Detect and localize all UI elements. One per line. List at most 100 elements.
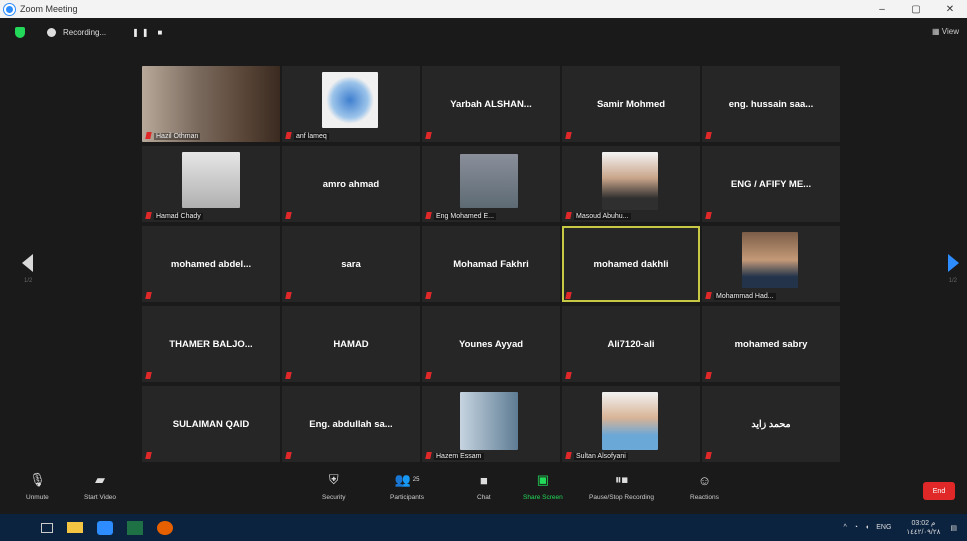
participant-name: Samir Mohmed <box>596 98 666 110</box>
zoom-app-icon <box>4 3 15 15</box>
participant-name: HAMAD <box>333 338 369 350</box>
reactions-button[interactable]: ☺ Reactions <box>690 472 719 502</box>
file-explorer-icon[interactable] <box>67 522 83 533</box>
participant-tile[interactable]: Eng. abdullah sa... <box>282 386 420 462</box>
participant-tile[interactable]: Mohammad Had... <box>702 226 840 302</box>
muted-mic-icon <box>425 132 432 139</box>
participant-tile[interactable]: Sultan Alsofyani <box>562 386 700 462</box>
muted-mic-icon <box>565 212 572 219</box>
close-button[interactable]: ✕ <box>933 0 967 18</box>
muted-mic-icon <box>705 372 712 379</box>
participant-tile[interactable]: mohamed abdel... <box>142 226 280 302</box>
tray-chevron-icon[interactable]: ^ <box>843 524 846 531</box>
participant-label: Masoud Abuhu... <box>574 213 631 220</box>
participant-video <box>742 232 798 288</box>
participant-name: sara <box>341 258 361 270</box>
muted-microphone-icon: 🎙 <box>29 472 46 487</box>
participant-video <box>602 392 658 450</box>
pause-stop-recording-button[interactable]: ⏸⏹ Pause/Stop Recording <box>589 472 654 501</box>
clock[interactable]: 03:02 م ١٤٤٢/٠٩/٢٨ <box>899 519 940 537</box>
participant-tile[interactable]: Younes Ayyad <box>422 306 560 382</box>
recording-indicator: Recording... ❚❚ ■ <box>47 27 166 37</box>
stop-recording-icon[interactable]: ■ <box>158 28 166 37</box>
end-meeting-button[interactable]: End <box>923 482 955 500</box>
participant-name: mohamed dakhli <box>593 258 669 270</box>
participant-tile[interactable]: amro ahmad <box>282 146 420 222</box>
security-button[interactable]: ⛨ Security <box>322 472 345 501</box>
participant-tile[interactable]: HAMAD <box>282 306 420 382</box>
participant-video <box>182 152 240 208</box>
start-icon[interactable] <box>14 521 27 534</box>
maximize-button[interactable]: ▢ <box>899 0 933 18</box>
participant-tile[interactable]: Hazil Othman <box>142 66 280 142</box>
participant-tile[interactable]: Hazem Essam <box>422 386 560 462</box>
participant-tile[interactable]: Samir Mohmed <box>562 66 700 142</box>
muted-mic-icon <box>285 452 292 459</box>
muted-mic-icon <box>285 292 292 299</box>
participants-button[interactable]: 👥 25 Participants <box>390 472 424 501</box>
view-button[interactable]: ▦ View <box>932 27 959 36</box>
participant-tile[interactable]: SULAIMAN QAID <box>142 386 280 462</box>
share-screen-label: Share Screen <box>523 494 563 501</box>
participant-label: Mohammad Had... <box>714 293 776 300</box>
chat-label: Chat <box>477 494 491 501</box>
previous-page-arrow-icon[interactable] <box>22 254 33 272</box>
participant-tile[interactable]: Yarbah ALSHAN... <box>422 66 560 142</box>
participant-tile[interactable]: anf lameq <box>282 66 420 142</box>
unmute-label: Unmute <box>26 494 49 501</box>
participants-count: 25 <box>412 477 420 483</box>
zoom-taskbar-icon[interactable] <box>97 520 113 535</box>
muted-mic-icon <box>705 212 712 219</box>
minimize-button[interactable]: – <box>865 0 899 18</box>
muted-mic-icon <box>145 452 152 459</box>
participant-label: anf lameq <box>294 133 329 140</box>
participants-icon: 👥 25 <box>394 472 420 487</box>
muted-mic-icon <box>145 372 152 379</box>
task-view-icon[interactable] <box>41 522 53 533</box>
unmute-button[interactable]: 🎙 Unmute <box>26 472 49 501</box>
next-page-arrow-icon[interactable] <box>948 254 959 272</box>
participant-tile[interactable]: Hamad Chady <box>142 146 280 222</box>
reactions-label: Reactions <box>690 494 719 501</box>
participant-tile[interactable]: محمد زايد <box>702 386 840 462</box>
system-tray: ^ ◔ ◖ ENG 03:02 م ١٤٤٢/٠٩/٢٨ ▤ <box>836 514 957 541</box>
recording-label: Recording... <box>63 27 107 37</box>
participant-tile[interactable]: mohamed sabry <box>702 306 840 382</box>
pause-recording-icon[interactable]: ❚❚ <box>132 28 151 37</box>
participant-name: THAMER BALJO... <box>169 338 253 350</box>
participant-tile[interactable]: eng. hussain saa... <box>702 66 840 142</box>
participant-video <box>142 66 280 142</box>
share-screen-icon: ▣ <box>536 472 550 487</box>
volume-icon[interactable]: ◖ <box>865 524 869 531</box>
start-video-button[interactable]: ▰ Start Video <box>84 472 116 501</box>
pause-stop-recording-icon: ⏸⏹ <box>615 472 629 487</box>
participant-tile[interactable]: sara <box>282 226 420 302</box>
chat-bubble-icon: ■ <box>479 472 488 488</box>
participant-tile[interactable]: Ali7120-ali <box>562 306 700 382</box>
language-indicator[interactable]: ENG <box>876 524 891 531</box>
meeting-top-bar: Recording... ❚❚ ■ ▦ View <box>0 18 967 46</box>
notifications-icon[interactable]: ▤ <box>950 524 957 532</box>
network-icon[interactable]: ◔ <box>854 524 858 531</box>
participant-name: mohamed abdel... <box>170 258 252 270</box>
muted-mic-icon <box>145 292 152 299</box>
encryption-shield-icon[interactable] <box>15 26 25 38</box>
participant-name: eng. hussain saa... <box>728 98 814 110</box>
participant-tile[interactable]: Mohamad Fakhri <box>422 226 560 302</box>
chat-button[interactable]: ■ Chat <box>477 472 491 502</box>
participant-grid: Hazil Othman anf lameq Yarbah ALSHAN... Sam… <box>142 66 840 462</box>
share-screen-button[interactable]: ▣ Share Screen <box>523 472 563 501</box>
participant-tile[interactable]: Eng Mohamed E... <box>422 146 560 222</box>
firefox-icon[interactable] <box>157 520 173 535</box>
participant-tile[interactable]: Masoud Abuhu... <box>562 146 700 222</box>
excel-icon[interactable] <box>127 520 143 535</box>
participant-tile[interactable]: THAMER BALJO... <box>142 306 280 382</box>
meeting-controls: 🎙 Unmute ▰ Start Video ⛨ Security 👥 25 Pa… <box>0 466 967 514</box>
participant-name: Mohamad Fakhri <box>453 258 529 270</box>
participant-tile[interactable]: mohamed dakhli <box>562 226 700 302</box>
muted-mic-icon <box>565 292 572 299</box>
muted-mic-icon <box>425 212 432 219</box>
participant-tile[interactable]: ENG / AFIFY ME... <box>702 146 840 222</box>
window-title-bar: Zoom Meeting – ▢ ✕ <box>0 0 967 18</box>
participant-name: ENG / AFIFY ME... <box>730 178 812 190</box>
